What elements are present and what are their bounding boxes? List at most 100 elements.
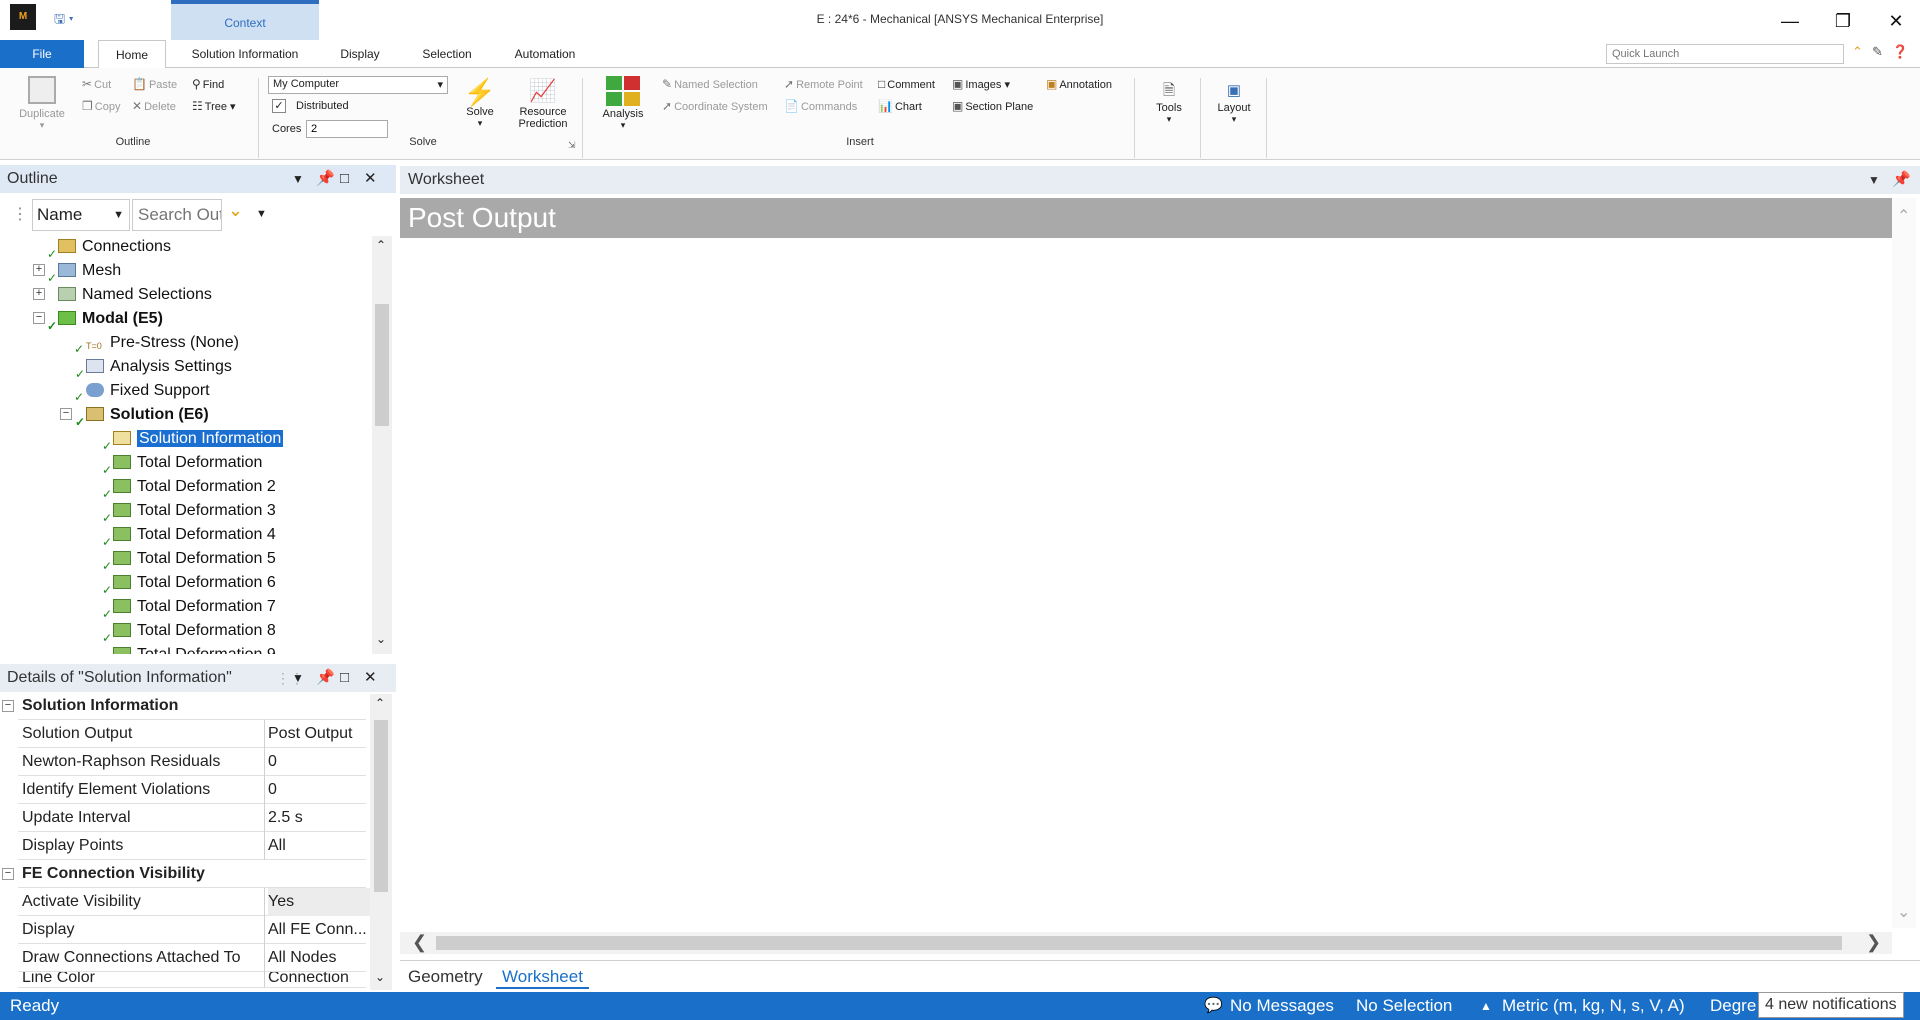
tree-node-connections[interactable]: ✓ Connections [47, 236, 171, 261]
outline-scrollbar[interactable]: ⌃ ⌄ [372, 236, 392, 654]
cut-button[interactable]: ✂ Cut [82, 77, 111, 91]
dropdown-icon[interactable]: ▼ [1868, 166, 1880, 194]
scrollbar-thumb[interactable] [374, 720, 388, 892]
tree-node-total-deformation-4[interactable]: ✓ Total Deformation 4 [102, 524, 276, 549]
pin-icon[interactable]: 📌 [316, 165, 335, 193]
collapse-icon[interactable]: − [33, 312, 45, 324]
tab-file[interactable]: File [0, 40, 84, 68]
tab-solution-information[interactable]: Solution Information [180, 40, 310, 68]
tab-worksheet[interactable]: Worksheet [496, 965, 589, 989]
expand-icon[interactable]: + [33, 264, 45, 276]
details-row[interactable]: Newton-Raphson Residuals 0 [18, 748, 366, 776]
tree-node-fixed-support[interactable]: ✓ Fixed Support [74, 380, 210, 404]
named-selection-button[interactable]: ✎ Named Selection [662, 77, 758, 91]
tree-node-total-deformation-6[interactable]: ✓ Total Deformation 6 [102, 572, 276, 597]
commands-button[interactable]: 📄 Commands [784, 99, 857, 113]
collapse-ribbon-icon[interactable]: ⌃ [1852, 44, 1863, 60]
scroll-up-icon[interactable]: ⌃ [1897, 206, 1910, 226]
details-row[interactable]: Activate Visibility Yes [18, 888, 384, 916]
status-messages[interactable]: No Messages [1230, 992, 1334, 1020]
scroll-left-icon[interactable]: ❮ [412, 932, 427, 953]
tree-node-total-deformation-5[interactable]: ✓ Total Deformation 5 [102, 548, 276, 573]
dropdown-icon[interactable]: ▼ [292, 664, 304, 692]
scroll-down-icon[interactable]: ⌄ [375, 970, 385, 984]
outline-search-input[interactable] [132, 199, 222, 231]
remote-point-button[interactable]: ➚ Remote Point [784, 77, 863, 91]
coordinate-system-button[interactable]: ➚ Coordinate System [662, 99, 768, 113]
close-icon[interactable]: ✕ [364, 664, 377, 692]
filter-chevron-icon[interactable]: ⌄ [228, 200, 243, 221]
tree-node-total-deformation-9[interactable]: ✓Total Deformation 9 [113, 644, 276, 654]
pin-icon[interactable]: 📌 [1892, 166, 1911, 194]
scroll-right-icon[interactable]: ❯ [1866, 932, 1881, 953]
solve-process-select[interactable]: My Computer ▾ [268, 76, 448, 94]
cores-input[interactable] [306, 120, 388, 138]
tree-node-total-deformation-8[interactable]: ✓ Total Deformation 8 [102, 620, 276, 645]
tree-button[interactable]: ☷ Tree ▾ [192, 99, 236, 113]
details-scrollbar[interactable]: ⌃ ⌄ [370, 694, 392, 990]
collapse-icon[interactable]: − [2, 868, 14, 880]
tree-node-solution[interactable]: ✓ Solution (E6) [75, 404, 209, 429]
details-row[interactable]: Line Color Connection [18, 972, 366, 988]
scrollbar-thumb[interactable] [375, 304, 389, 426]
maximize-icon[interactable]: □ [340, 664, 349, 692]
status-degrees[interactable]: Degre [1710, 992, 1756, 1020]
details-row[interactable]: Identify Element Violations 0 [18, 776, 366, 804]
tree-node-named-selections[interactable]: Named Selections [58, 284, 212, 306]
scroll-down-icon[interactable]: ⌄ [1897, 902, 1910, 922]
dialog-launcher-icon[interactable]: ⇲ [568, 140, 576, 151]
tab-geometry[interactable]: Geometry [402, 965, 489, 989]
tree-node-total-deformation[interactable]: ✓ Total Deformation [102, 452, 262, 477]
tree-node-analysis-settings[interactable]: ✓ Analysis Settings [75, 356, 232, 381]
tree-node-mesh[interactable]: ✓ Mesh [47, 260, 121, 285]
layout-button[interactable]: ▣ Layout ▾ [1212, 80, 1256, 125]
pin-icon[interactable]: 📌 [316, 664, 335, 692]
resource-prediction-button[interactable]: 📈 Resource Prediction [512, 76, 574, 130]
feedback-icon[interactable]: ✎ [1872, 44, 1883, 60]
images-button[interactable]: ▣ Images ▾ [952, 77, 1010, 91]
delete-button[interactable]: ✕ Delete [132, 99, 176, 113]
comment-button[interactable]: □ Comment [878, 77, 935, 91]
section-plane-button[interactable]: ▣ Section Plane [952, 99, 1033, 113]
details-row[interactable]: Display All FE Conn... [18, 916, 367, 944]
maximize-icon[interactable]: □ [340, 165, 349, 193]
annotation-button[interactable]: ▣ Annotation [1046, 77, 1112, 91]
dropdown-icon[interactable]: ▼ [256, 208, 267, 220]
worksheet-vscrollbar[interactable]: ⌃ ⌄ [1892, 198, 1916, 928]
dropdown-icon[interactable]: ▼ [292, 165, 304, 193]
tools-button[interactable]: 🗎 Tools ▾ [1148, 80, 1190, 125]
collapse-icon[interactable]: − [60, 408, 72, 420]
status-units[interactable]: Metric (m, kg, N, s, V, A) [1502, 992, 1685, 1020]
details-row[interactable]: Display Points All [18, 832, 366, 860]
details-row[interactable]: Draw Connections Attached To All Nodes [18, 944, 366, 972]
help-icon[interactable]: ❓ [1892, 44, 1908, 60]
restore-icon[interactable]: ❐ [1823, 8, 1863, 34]
scroll-up-icon[interactable]: ⌃ [376, 238, 386, 252]
tree-node-total-deformation-2[interactable]: ✓ Total Deformation 2 [102, 476, 276, 501]
tab-selection[interactable]: Selection [410, 40, 484, 68]
paste-button[interactable]: 📋 Paste [132, 77, 177, 91]
scroll-down-icon[interactable]: ⌄ [376, 632, 386, 646]
find-button[interactable]: ⚲ Find [192, 77, 224, 91]
collapse-icon[interactable]: − [2, 700, 14, 712]
copy-button[interactable]: ❐ Copy [82, 99, 120, 113]
solve-button[interactable]: ⚡ Solve ▾ [458, 78, 502, 129]
tab-home[interactable]: Home [98, 40, 166, 69]
tab-automation[interactable]: Automation [502, 40, 588, 68]
tree-node-total-deformation-3[interactable]: ✓ Total Deformation 3 [102, 500, 276, 525]
expand-icon[interactable]: + [33, 288, 45, 300]
close-icon[interactable]: ✕ [1876, 8, 1916, 34]
scrollbar-thumb[interactable] [436, 936, 1842, 950]
tree-node-modal[interactable]: ✓ Modal (E5) [47, 308, 163, 333]
scroll-up-icon[interactable]: ⌃ [375, 696, 385, 710]
duplicate-button[interactable]: Duplicate ▾ [14, 76, 70, 131]
worksheet-hscrollbar[interactable]: ❮ ❯ [400, 932, 1892, 954]
close-icon[interactable]: ✕ [364, 165, 377, 193]
minimize-icon[interactable]: — [1770, 8, 1810, 34]
details-row[interactable]: Update Interval 2.5 s [18, 804, 366, 832]
analysis-button[interactable]: Analysis ▾ [598, 76, 648, 131]
details-row[interactable]: Solution Output Post Output [18, 720, 366, 748]
tree-node-solution-information[interactable]: ✓ Solution Information [102, 428, 285, 453]
tree-node-pre-stress[interactable]: T=0 ✓ Pre-Stress (None) [74, 332, 239, 356]
notifications-badge[interactable]: 4 new notifications [1758, 992, 1904, 1018]
